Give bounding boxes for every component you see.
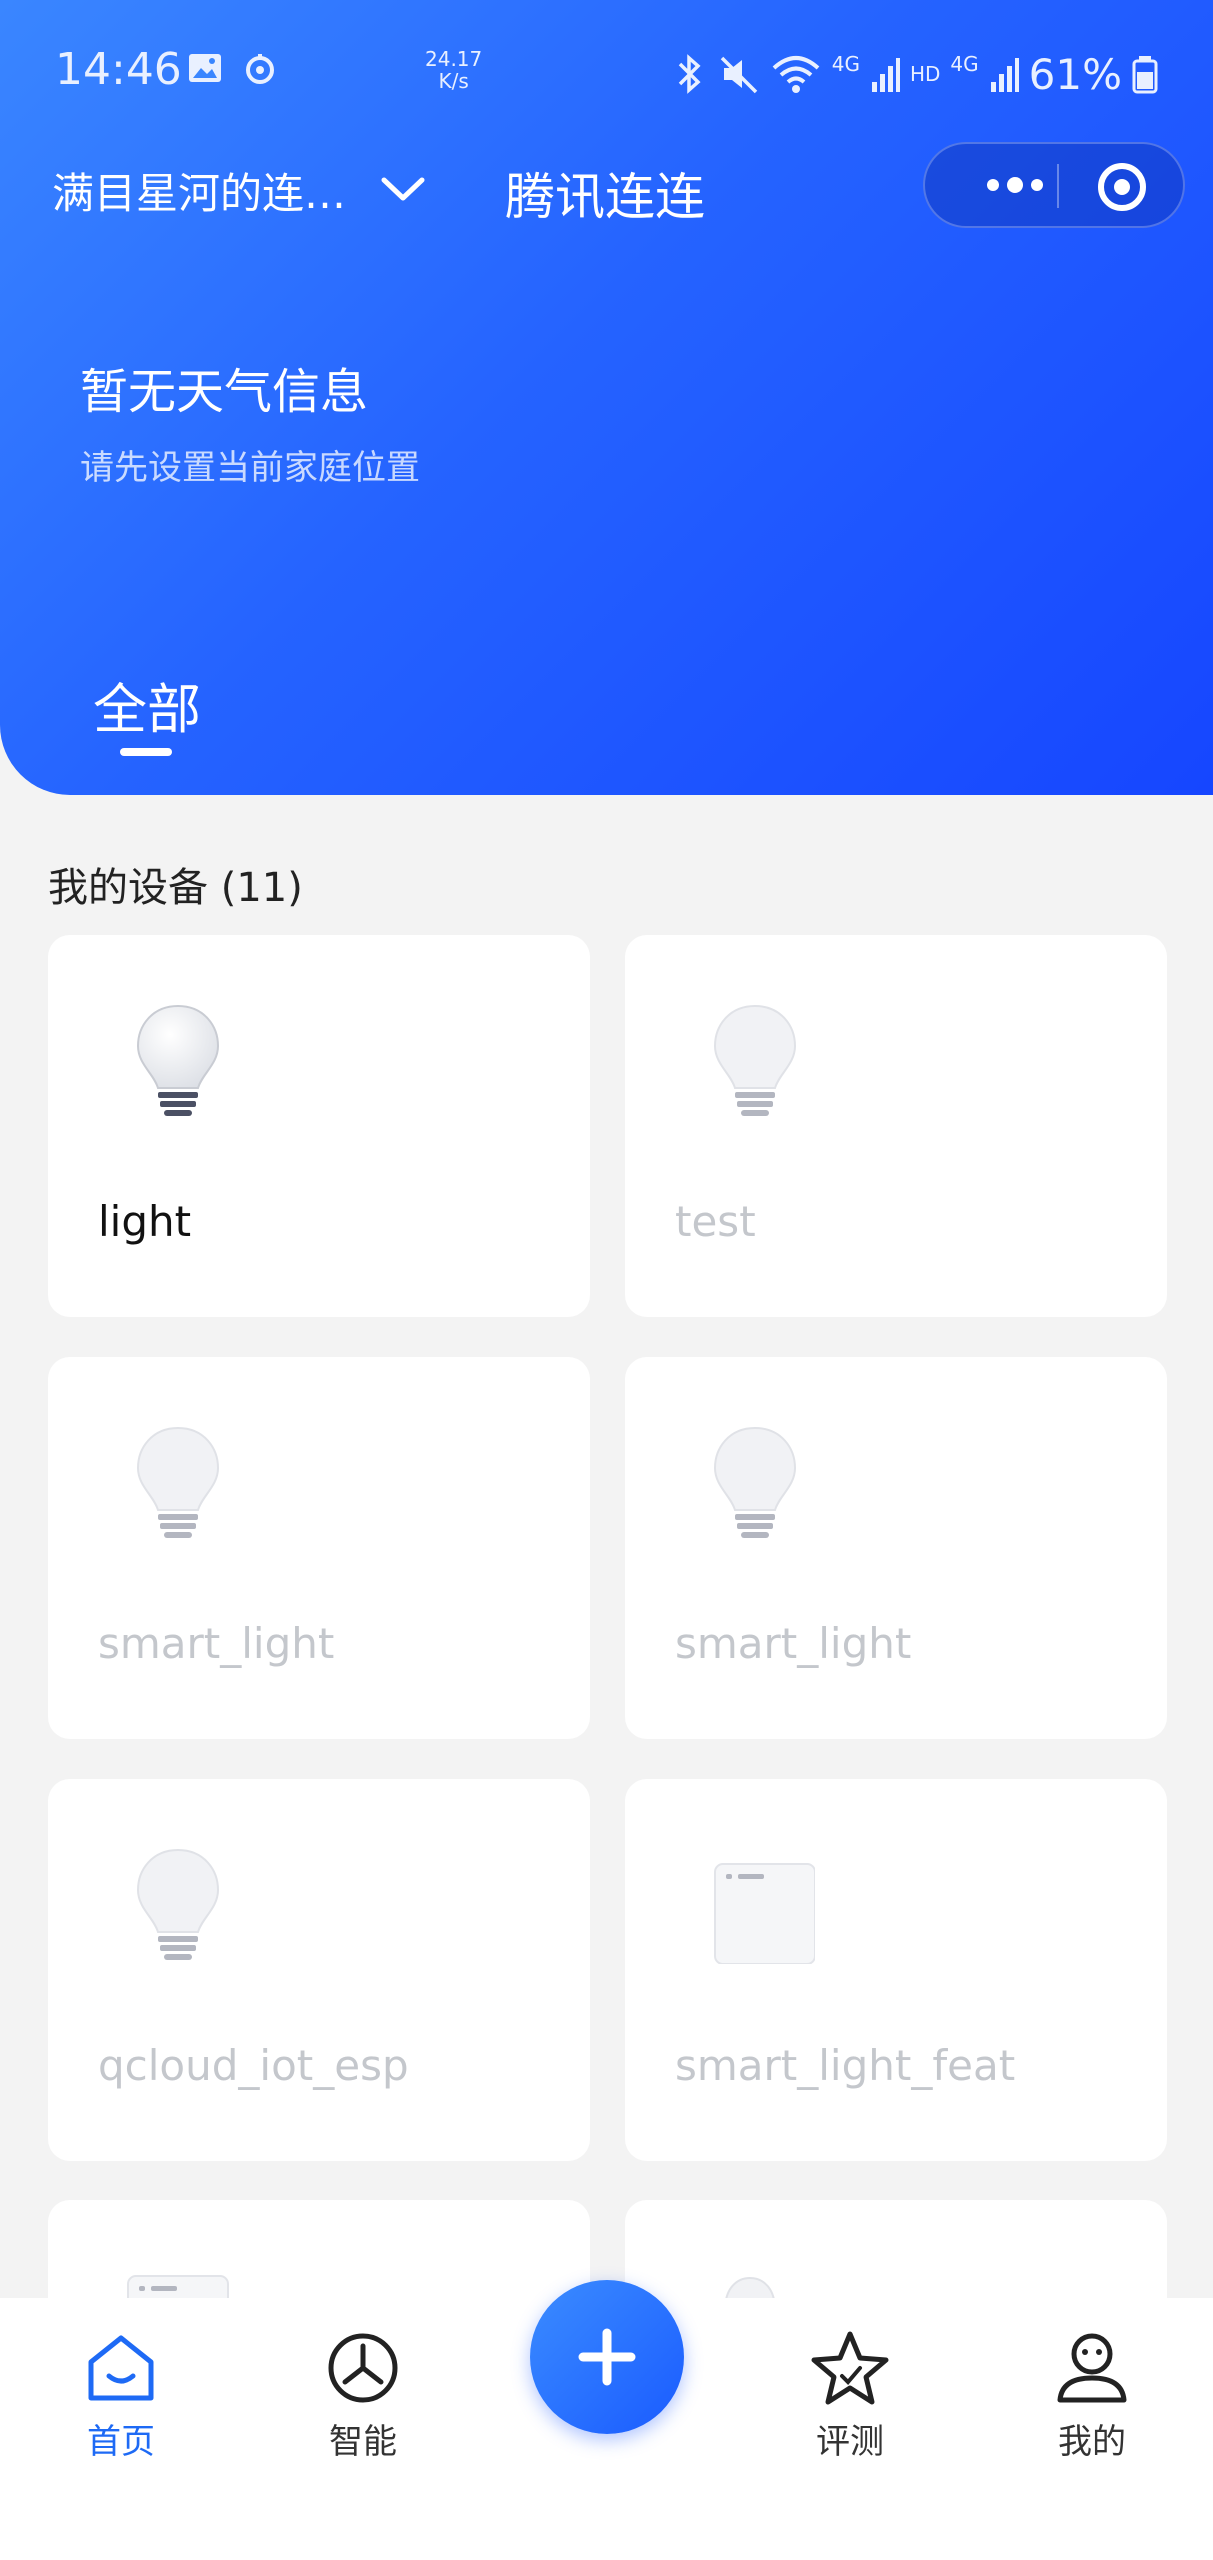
device-name: light (98, 1197, 192, 1246)
status-time: 14:46 (55, 44, 182, 95)
status-bar: 14:46 24.17 K/s 4G HD 4G 61% (55, 44, 1158, 104)
add-device-button[interactable] (530, 2280, 684, 2434)
device-name: smart_light (675, 1619, 912, 1668)
bulb-icon (136, 1426, 220, 1538)
image-icon (189, 54, 221, 82)
smart-icon (328, 2333, 398, 2403)
device-name: test (675, 1197, 756, 1246)
capsule-divider (1057, 164, 1059, 208)
bluetooth-icon (678, 54, 701, 94)
bulb-icon (713, 1004, 797, 1116)
network-type-1: 4G (831, 52, 860, 76)
hd-label: HD (909, 62, 941, 86)
signal-icon-2 (990, 58, 1019, 92)
nav-smart-label: 智能 (329, 2422, 397, 2462)
device-card[interactable]: smart_light_feat (625, 1779, 1167, 2161)
nav-home[interactable]: 首页 (46, 2328, 196, 2463)
sync-icon (246, 54, 274, 84)
network-type-2: 4G (950, 52, 979, 76)
device-card[interactable]: smart_light (625, 1357, 1167, 1739)
tab-all[interactable]: 全部 (93, 665, 201, 744)
star-icon (811, 2331, 889, 2405)
chevron-down-icon[interactable] (378, 170, 428, 210)
header: 14:46 24.17 K/s 4G HD 4G 61% 满目星河的连… 腾讯连… (0, 0, 1213, 795)
more-icon[interactable] (965, 160, 1065, 210)
close-target-icon[interactable] (1095, 160, 1149, 214)
plus-icon (578, 2328, 636, 2386)
net-speed-unit: K/s (438, 69, 469, 93)
nav-smart[interactable]: 智能 (288, 2328, 438, 2463)
battery-level: 61% (1028, 49, 1122, 99)
status-right: 4G HD 4G 61% (672, 44, 1158, 104)
nav-review[interactable]: 评测 (775, 2328, 925, 2463)
device-card[interactable]: light (48, 935, 590, 1317)
miniprogram-capsule (923, 142, 1185, 228)
bulb-icon (713, 1426, 797, 1538)
device-card[interactable]: test (625, 935, 1167, 1317)
family-selector[interactable]: 满目星河的连… (52, 160, 346, 221)
device-name: smart_light (98, 1619, 335, 1668)
nav-mine-label: 我的 (1058, 2422, 1126, 2462)
home-icon (88, 2335, 154, 2401)
battery-icon (1132, 56, 1158, 94)
device-name: qcloud_iot_esp (98, 2041, 409, 2090)
bulb-icon (136, 1004, 220, 1116)
wifi-icon (772, 56, 820, 93)
device-card[interactable]: qcloud_iot_esp (48, 1779, 590, 2161)
nav-review-label: 评测 (816, 2422, 884, 2462)
app-title: 腾讯连连 (505, 168, 705, 226)
mute-icon (720, 56, 757, 94)
device-card[interactable]: smart_light (48, 1357, 590, 1739)
device-name: smart_light_feat (675, 2041, 1016, 2090)
tab-indicator (120, 748, 172, 756)
nav-home-label: 首页 (87, 2422, 155, 2462)
weather-subtitle[interactable]: 请先设置当前家庭位置 (80, 440, 420, 489)
nav-mine[interactable]: 我的 (1017, 2328, 1167, 2463)
bulb-icon (136, 1848, 220, 1960)
net-speed: 24.17 K/s (425, 48, 482, 92)
panel-icon (714, 1863, 815, 1964)
weather-title[interactable]: 暂无天气信息 (80, 352, 368, 422)
devices-section-title: 我的设备 (11) (48, 865, 303, 911)
user-icon (1057, 2333, 1127, 2403)
net-speed-value: 24.17 (425, 47, 483, 71)
signal-icon (871, 58, 900, 92)
